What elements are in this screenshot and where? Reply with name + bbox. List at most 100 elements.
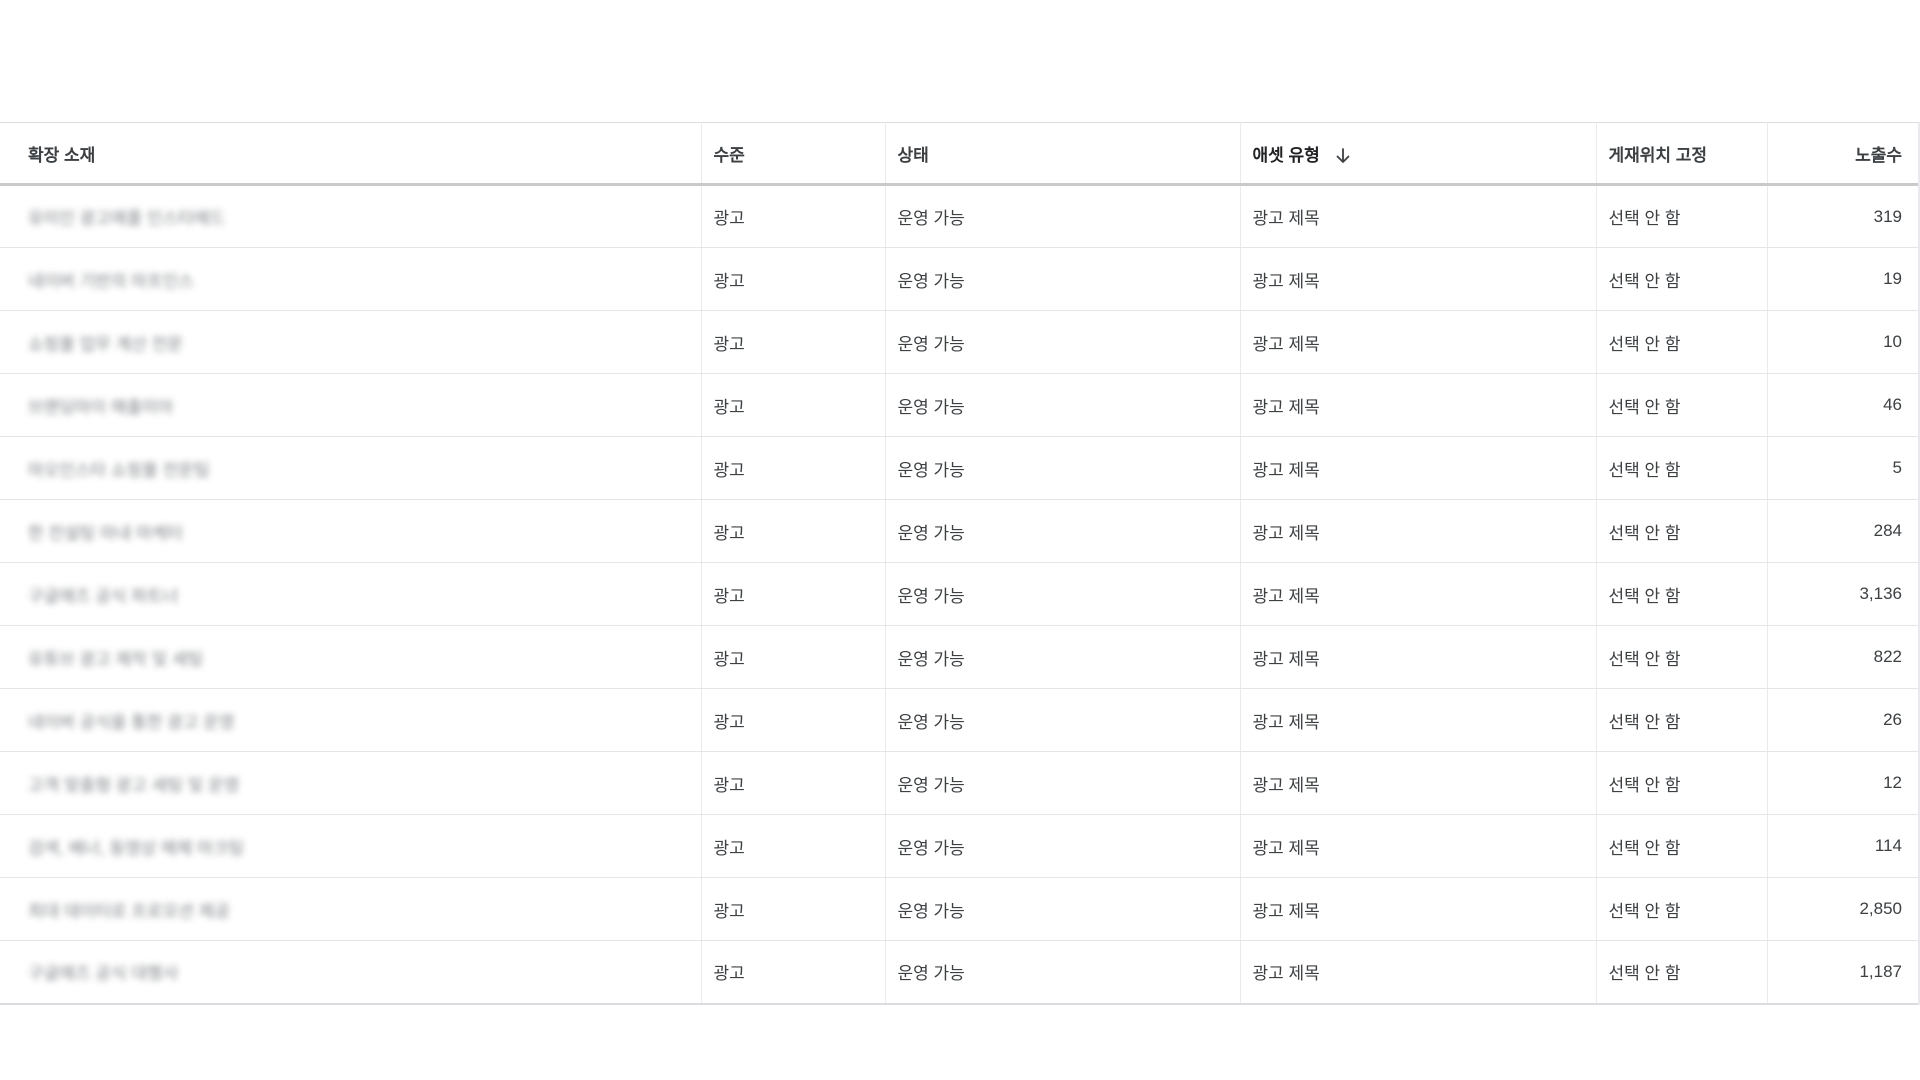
cell-level: 광고: [701, 247, 886, 311]
cell-pinned: 선택 안 함: [1596, 562, 1768, 626]
cell-asset-type: 광고 제목: [1240, 562, 1597, 626]
cell-asset[interactable]: 유튜브 광고 제작 및 세팅: [0, 625, 702, 689]
cell-impressions: 12: [1767, 751, 1920, 815]
cell-asset[interactable]: 검색, 배너, 동영상 매체 마크팅: [0, 814, 702, 878]
header-level-label: 수준: [713, 145, 745, 165]
cell-asset-type: 광고 제목: [1240, 184, 1597, 248]
cell-level: 광고: [701, 877, 886, 941]
cell-pinned: 선택 안 함: [1596, 625, 1768, 689]
asset-text-blurred: 구글애즈 공식 파트너: [28, 586, 179, 606]
asset-text-blurred: 브랜딩마이 매출미아: [28, 397, 174, 417]
cell-asset-type: 광고 제목: [1240, 877, 1597, 941]
cell-pinned: 선택 안 함: [1596, 310, 1768, 374]
cell-asset[interactable]: 마오인스타 쇼핑몰 전문팀: [0, 436, 702, 500]
cell-impressions: 10: [1767, 310, 1920, 374]
cell-level: 광고: [701, 625, 886, 689]
header-level[interactable]: 수준: [701, 122, 886, 186]
cell-status: 운영 가능: [885, 814, 1241, 878]
cell-asset[interactable]: 한 컨설팅 마내 마케터: [0, 499, 702, 563]
asset-text-blurred: 마오인스타 쇼핑몰 전문팀: [28, 460, 210, 480]
cell-asset[interactable]: 최대 데이터로 프로모션 제공: [0, 877, 702, 941]
cell-impressions: 2,850: [1767, 877, 1920, 941]
cell-status: 운영 가능: [885, 499, 1241, 563]
table-row[interactable]: 검색, 배너, 동영상 매체 마크팅 광고 운영 가능 광고 제목 선택 안 함…: [0, 814, 1920, 878]
cell-impressions: 26: [1767, 688, 1920, 752]
cell-asset[interactable]: 네이버 기반의 마프인스: [0, 247, 702, 311]
cell-level: 광고: [701, 184, 886, 248]
table-row[interactable]: 네이버 기반의 마프인스 광고 운영 가능 광고 제목 선택 안 함 19: [0, 247, 1920, 311]
cell-status: 운영 가능: [885, 877, 1241, 941]
table-row[interactable]: 구글애즈 공식 대행사 광고 운영 가능 광고 제목 선택 안 함 1,187: [0, 940, 1920, 1005]
cell-impressions: 114: [1767, 814, 1920, 878]
header-pinned-label: 게재위치 고정: [1608, 145, 1708, 165]
table-row[interactable]: 네이버 공식을 통한 광고 운영 광고 운영 가능 광고 제목 선택 안 함 2…: [0, 688, 1920, 752]
cell-impressions: 319: [1767, 184, 1920, 248]
cell-level: 광고: [701, 436, 886, 500]
header-asset-label: 확장 소재: [28, 145, 96, 165]
cell-status: 운영 가능: [885, 373, 1241, 437]
table-header: 확장 소재 수준 상태 애셋 유형 게재위치 고정 노출수: [0, 122, 1920, 186]
cell-asset[interactable]: 고객 맞춤형 광고 세팅 및 운영: [0, 751, 702, 815]
cell-asset-type: 광고 제목: [1240, 814, 1597, 878]
cell-pinned: 선택 안 함: [1596, 688, 1768, 752]
cell-status: 운영 가능: [885, 625, 1241, 689]
header-row: 확장 소재 수준 상태 애셋 유형 게재위치 고정 노출수: [0, 122, 1920, 186]
table-row[interactable]: 브랜딩마이 매출미아 광고 운영 가능 광고 제목 선택 안 함 46: [0, 373, 1920, 437]
cell-level: 광고: [701, 373, 886, 437]
cell-level: 광고: [701, 814, 886, 878]
table-row[interactable]: 최대 데이터로 프로모션 제공 광고 운영 가능 광고 제목 선택 안 함 2,…: [0, 877, 1920, 941]
header-status-label: 상태: [897, 145, 929, 165]
cell-asset-type: 광고 제목: [1240, 499, 1597, 563]
cell-level: 광고: [701, 310, 886, 374]
table-row[interactable]: 유미인 광고애플 인스타에드 광고 운영 가능 광고 제목 선택 안 함 319: [0, 184, 1920, 248]
cell-status: 운영 가능: [885, 184, 1241, 248]
table-row[interactable]: 유튜브 광고 제작 및 세팅 광고 운영 가능 광고 제목 선택 안 함 822: [0, 625, 1920, 689]
asset-text-blurred: 유미인 광고애플 인스타에드: [28, 209, 226, 228]
cell-asset[interactable]: 유미인 광고애플 인스타에드: [0, 184, 702, 248]
header-asset-type-label: 애셋 유형: [1252, 145, 1320, 165]
assets-table: 확장 소재 수준 상태 애셋 유형 게재위치 고정 노출수 유미인 광고애플 인…: [0, 122, 1920, 1005]
cell-pinned: 선택 안 함: [1596, 814, 1768, 878]
header-impressions[interactable]: 노출수: [1767, 122, 1920, 186]
cell-impressions: 284: [1767, 499, 1920, 563]
cell-impressions: 46: [1767, 373, 1920, 437]
cell-status: 운영 가능: [885, 751, 1241, 815]
arrow-down-icon[interactable]: [1335, 147, 1351, 165]
cell-asset[interactable]: 쇼핑몰 업무 계산 전문: [0, 310, 702, 374]
asset-text-blurred: 한 컨설팅 마내 마케터: [28, 523, 183, 543]
cell-level: 광고: [701, 688, 886, 752]
asset-text-blurred: 최대 데이터로 프로모션 제공: [28, 901, 230, 921]
asset-text-blurred: 검색, 배너, 동영상 매체 마크팅: [28, 838, 245, 858]
table-row[interactable]: 쇼핑몰 업무 계산 전문 광고 운영 가능 광고 제목 선택 안 함 10: [0, 310, 1920, 374]
cell-pinned: 선택 안 함: [1596, 499, 1768, 563]
cell-status: 운영 가능: [885, 247, 1241, 311]
table-row[interactable]: 한 컨설팅 마내 마케터 광고 운영 가능 광고 제목 선택 안 함 284: [0, 499, 1920, 563]
cell-level: 광고: [701, 562, 886, 626]
cell-asset[interactable]: 구글애즈 공식 대행사: [0, 940, 702, 1005]
cell-pinned: 선택 안 함: [1596, 877, 1768, 941]
asset-text-blurred: 유튜브 광고 제작 및 세팅: [28, 649, 204, 669]
header-asset-type[interactable]: 애셋 유형: [1240, 122, 1597, 186]
cell-asset[interactable]: 네이버 공식을 통한 광고 운영: [0, 688, 702, 752]
header-pinned[interactable]: 게재위치 고정: [1596, 122, 1768, 186]
cell-asset-type: 광고 제목: [1240, 751, 1597, 815]
table-row[interactable]: 구글애즈 공식 파트너 광고 운영 가능 광고 제목 선택 안 함 3,136: [0, 562, 1920, 626]
table-body: 유미인 광고애플 인스타에드 광고 운영 가능 광고 제목 선택 안 함 319…: [0, 184, 1920, 1005]
table-row[interactable]: 마오인스타 쇼핑몰 전문팀 광고 운영 가능 광고 제목 선택 안 함 5: [0, 436, 1920, 500]
asset-text-blurred: 고객 맞춤형 광고 세팅 및 운영: [28, 775, 240, 795]
cell-asset[interactable]: 브랜딩마이 매출미아: [0, 373, 702, 437]
cell-impressions: 822: [1767, 625, 1920, 689]
cell-pinned: 선택 안 함: [1596, 247, 1768, 311]
asset-text-blurred: 구글애즈 공식 대행사: [28, 964, 179, 984]
header-status[interactable]: 상태: [885, 122, 1241, 186]
table-row[interactable]: 고객 맞춤형 광고 세팅 및 운영 광고 운영 가능 광고 제목 선택 안 함 …: [0, 751, 1920, 815]
cell-asset[interactable]: 구글애즈 공식 파트너: [0, 562, 702, 626]
cell-status: 운영 가능: [885, 436, 1241, 500]
cell-impressions: 19: [1767, 247, 1920, 311]
header-impressions-label: 노출수: [1855, 145, 1902, 165]
cell-status: 운영 가능: [885, 688, 1241, 752]
header-asset[interactable]: 확장 소재: [0, 122, 702, 186]
asset-text-blurred: 네이버 기반의 마프인스: [28, 271, 194, 291]
asset-text-blurred: 쇼핑몰 업무 계산 전문: [28, 334, 183, 354]
cell-pinned: 선택 안 함: [1596, 436, 1768, 500]
